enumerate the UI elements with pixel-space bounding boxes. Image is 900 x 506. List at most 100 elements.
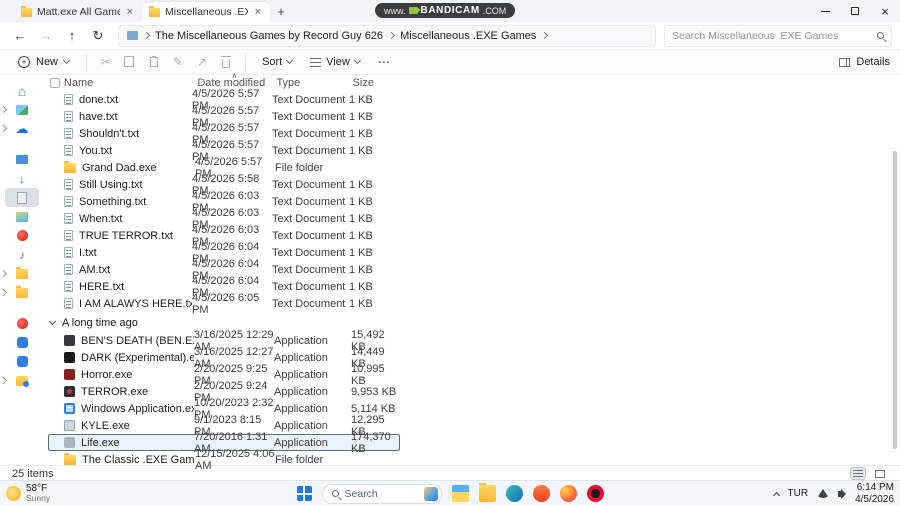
paste-button[interactable] — [144, 52, 164, 72]
taskbar: 58°F Sunny Search TUR 6:14 PM 4/5/2026 — [0, 480, 900, 506]
view-button[interactable]: View — [303, 52, 367, 73]
sidebar-item-downloads[interactable] — [5, 169, 39, 188]
details-view-toggle[interactable] — [872, 467, 888, 480]
pinned-apps — [451, 483, 604, 502]
hidden-icons-chevron-icon[interactable] — [772, 491, 780, 499]
chevron-right-icon[interactable] — [0, 269, 8, 278]
opera-icon[interactable] — [586, 485, 604, 502]
volume-icon[interactable] — [838, 488, 847, 499]
brave-icon[interactable] — [532, 485, 550, 502]
chevron-right-icon[interactable] — [0, 105, 8, 114]
column-header-type[interactable]: Type — [276, 77, 352, 89]
main-content: Name ∧ Date modified Type Size done.txt … — [0, 71, 900, 472]
copy-button[interactable] — [120, 52, 140, 72]
file-type: Text Document — [272, 195, 346, 208]
column-header-name[interactable]: Name — [64, 77, 197, 89]
sort-button[interactable]: Sort — [255, 52, 299, 73]
chevron-right-icon[interactable] — [0, 124, 8, 133]
sidebar-item-home[interactable] — [5, 81, 39, 100]
file-size: 1 KB — [349, 195, 373, 208]
taskbar-search[interactable]: Search — [321, 483, 442, 504]
cut-button[interactable]: ✂ — [96, 52, 116, 72]
table-row[interactable]: The Classic .EXE Games by Record Guy... … — [48, 448, 400, 472]
search-box[interactable] — [664, 24, 892, 47]
tab-miscellaneous-exe-games[interactable]: Miscellaneous .EXE Games × — [142, 2, 270, 22]
column-header-date-modified[interactable]: ∧ Date modified — [197, 71, 276, 89]
watermark-prefix: www. — [384, 5, 406, 16]
tab-close-icon[interactable]: × — [125, 6, 135, 18]
sidebar-item-folder-blue[interactable] — [0, 371, 39, 390]
sidebar-item-pictures[interactable] — [5, 207, 39, 226]
minimize-button[interactable] — [810, 0, 840, 22]
file-type: Application — [274, 385, 328, 398]
start-button[interactable] — [296, 486, 312, 501]
breadcrumb-current-folder[interactable]: Miscellaneous .EXE Games — [400, 30, 536, 42]
close-button[interactable]: × — [870, 0, 900, 22]
chevron-right-icon — [541, 31, 549, 40]
edge-icon[interactable] — [505, 485, 523, 502]
clock[interactable]: 6:14 PM 4/5/2026 — [855, 482, 894, 506]
sidebar-item-app-red[interactable] — [5, 226, 39, 245]
onedrive-icon — [16, 121, 29, 137]
documents-icon — [17, 191, 27, 204]
file-name: AM.txt — [79, 263, 111, 276]
address-bar[interactable]: The Miscellaneous Games by Record Guy 62… — [118, 24, 656, 47]
folder-icon[interactable] — [478, 483, 496, 502]
table-row[interactable]: I AM ALAWYS HERE.txt 4/5/2026 6:05 PM Te… — [48, 292, 400, 316]
file-list: Name ∧ Date modified Type Size done.txt … — [44, 71, 900, 472]
wifi-icon[interactable] — [817, 489, 830, 498]
sidebar-item-gallery[interactable] — [0, 100, 39, 119]
file-explorer-icon[interactable] — [451, 485, 469, 502]
new-button[interactable]: + New — [10, 52, 77, 73]
details-pane-button[interactable]: Details — [839, 56, 890, 68]
file-icon — [64, 179, 73, 190]
sidebar-item-onedrive[interactable] — [0, 119, 39, 138]
sidebar-item-folder[interactable] — [0, 283, 39, 302]
file-icon — [64, 403, 75, 414]
search-icon[interactable] — [877, 32, 884, 39]
chevron-right-icon[interactable] — [0, 288, 8, 297]
firefox-icon[interactable] — [559, 485, 577, 502]
chevron-down-icon — [353, 56, 361, 65]
trash-icon — [221, 56, 232, 68]
up-button[interactable]: ↑ — [60, 25, 84, 47]
vertical-scrollbar[interactable] — [893, 151, 897, 449]
tab-close-icon[interactable]: × — [253, 6, 263, 18]
more-options-button[interactable]: ⋯ — [371, 55, 398, 69]
share-button[interactable]: ↗ — [192, 52, 212, 72]
sidebar-item-desktop[interactable] — [5, 150, 39, 169]
sidebar-item-music[interactable] — [5, 245, 39, 264]
tab-matt-exe-all-games[interactable]: Matt.exe All Games × — [14, 2, 142, 22]
sidebar-item-folder[interactable] — [0, 264, 39, 283]
rename-button[interactable]: ✎ — [168, 52, 188, 72]
new-tab-button[interactable]: + — [270, 2, 292, 22]
select-all-checkbox[interactable] — [50, 78, 60, 88]
search-input[interactable] — [672, 29, 877, 42]
group-header[interactable]: A long time ago — [48, 314, 900, 331]
list-view-toggle[interactable] — [850, 467, 866, 480]
chevron-right-icon[interactable] — [0, 376, 8, 385]
back-button[interactable]: ← — [8, 25, 32, 47]
sidebar-item-app-red[interactable] — [5, 314, 39, 333]
tray-date: 4/5/2026 — [855, 493, 894, 505]
file-size: 10,995 KB — [351, 362, 385, 387]
delete-button[interactable] — [216, 52, 236, 72]
sidebar-item-app-blue[interactable] — [5, 333, 39, 352]
sidebar-item-documents[interactable] — [5, 188, 39, 207]
refresh-button[interactable]: ↻ — [86, 25, 110, 47]
column-header-size[interactable]: Size — [353, 77, 400, 89]
forward-button[interactable]: → — [34, 25, 58, 47]
file-icon — [64, 437, 75, 448]
maximize-button[interactable] — [840, 0, 870, 22]
file-size: 1 KB — [349, 178, 373, 191]
language-indicator[interactable]: TUR — [788, 488, 809, 499]
toolbar-divider — [86, 54, 88, 70]
chevron-down-icon — [62, 56, 71, 65]
file-icon — [64, 369, 75, 380]
weather-widget[interactable]: 58°F Sunny — [6, 483, 50, 503]
breadcrumb-parent-folder[interactable]: The Miscellaneous Games by Record Guy 62… — [155, 30, 383, 42]
file-size: 1 KB — [349, 144, 373, 157]
chevron-right-icon — [388, 31, 396, 40]
sidebar-item-app-blue[interactable] — [5, 352, 39, 371]
tab-label: Matt.exe All Games — [37, 6, 120, 18]
